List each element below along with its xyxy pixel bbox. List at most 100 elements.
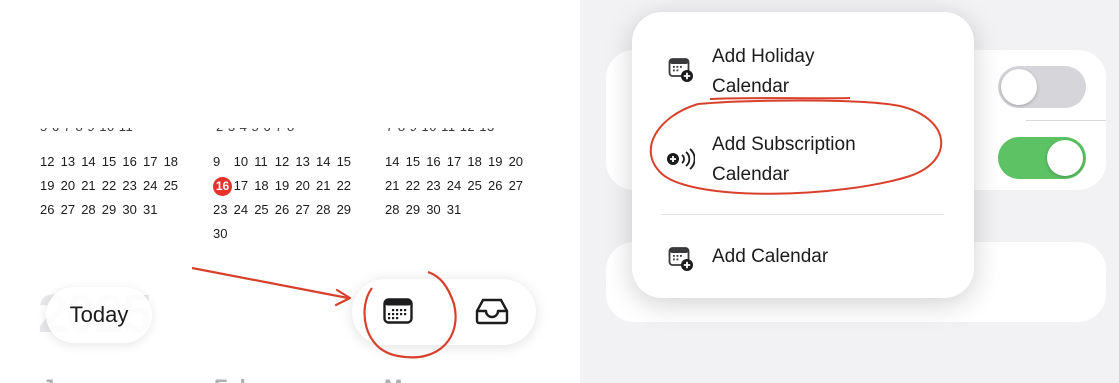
calendar-add-icon [668, 58, 693, 82]
day-cell[interactable]: 22 [406, 174, 427, 198]
day-cell[interactable]: 15 [406, 150, 427, 174]
menu-item-label: Add Holiday Calendar [712, 42, 814, 102]
day-cell[interactable]: 26 [275, 198, 296, 222]
day-cell[interactable]: 31 [143, 198, 164, 222]
calendar-icon [383, 298, 413, 324]
clipped-previous-week-row: 5 6 7 8 9 10 11 2 3 4 5 6 7 8 7 8 9 10 1… [40, 128, 560, 138]
day-cell[interactable]: 13 [295, 150, 316, 174]
week-row: 14 15 16 17 18 19 20 [385, 150, 529, 174]
menu-item-label: Add Calendar [712, 246, 829, 267]
month-grid-3[interactable]: 14 15 16 17 18 19 20 21 22 23 24 25 26 27 28 29 30 31 [385, 150, 529, 222]
day-cell[interactable]: 23 [426, 174, 447, 198]
day-cell[interactable]: 20 [61, 174, 82, 198]
day-cell[interactable]: 29 [406, 198, 427, 222]
day-cell[interactable]: 23 [213, 198, 234, 222]
day-cell[interactable]: 25 [467, 174, 488, 198]
day-cell[interactable]: 14 [385, 150, 406, 174]
day-cell[interactable]: 15 [337, 150, 358, 174]
day-cell[interactable]: 21 [385, 174, 406, 198]
label-line: Add Holiday [712, 46, 815, 67]
month-grid-1[interactable]: 12 13 14 15 16 17 18 19 20 21 22 23 24 25 26 27 28 29 30 31 [40, 150, 184, 222]
day-cell[interactable]: 22 [102, 174, 123, 198]
day-cell[interactable]: 27 [295, 198, 316, 222]
day-cell[interactable]: 13 [61, 150, 82, 174]
menu-item-add-holiday-calendar[interactable]: Add Holiday Calendar [632, 40, 974, 104]
day-cell[interactable]: 28 [385, 198, 406, 222]
toggle-switch-off[interactable] [998, 66, 1086, 108]
day-cell[interactable]: 25 [254, 198, 275, 222]
day-cell[interactable]: 29 [337, 198, 358, 222]
day-cell[interactable]: 17 [447, 150, 468, 174]
day-cell[interactable]: 19 [275, 174, 296, 198]
day-cell[interactable]: 26 [40, 198, 61, 222]
day-cell[interactable]: 9 [213, 150, 234, 174]
day-cell[interactable]: 14 [316, 150, 337, 174]
day-cell[interactable]: 18 [164, 150, 185, 174]
inbox-icon [475, 298, 509, 325]
week-row: 12 13 14 15 16 17 18 [40, 150, 184, 174]
day-cell[interactable]: 26 [488, 174, 509, 198]
day-cell[interactable]: 20 [295, 174, 316, 198]
day-cell[interactable]: 15 [102, 150, 123, 174]
add-calendar-context-menu: Add Holiday Calendar Add Subscription Ca… [632, 12, 974, 298]
day-cell[interactable]: 17 [234, 174, 255, 198]
day-cell[interactable]: 11 [254, 150, 275, 174]
day-cell[interactable]: 21 [81, 174, 102, 198]
menu-item-label: Add Subscription Calendar [712, 130, 856, 190]
calendars-button[interactable] [378, 293, 418, 329]
week-row: 9 10 11 12 13 14 15 [213, 150, 357, 174]
day-cell[interactable]: 24 [143, 174, 164, 198]
toggle-knob [1047, 140, 1083, 176]
label-line: Add Subscription [712, 134, 856, 155]
subscription-broadcast-icon [667, 148, 695, 170]
toggle-switch-on[interactable] [998, 137, 1086, 179]
day-cell[interactable]: 19 [488, 150, 509, 174]
week-row: 28 29 30 31 [385, 198, 529, 222]
toggle-knob [1001, 69, 1037, 105]
day-cell[interactable]: 20 [509, 150, 530, 174]
day-cell[interactable]: 18 [467, 150, 488, 174]
toolbar-pill [352, 279, 536, 345]
week-row: 30 [213, 222, 357, 246]
day-cell[interactable]: 30 [122, 198, 143, 222]
day-cell[interactable]: 28 [316, 198, 337, 222]
inbox-button[interactable] [472, 293, 512, 329]
week-row: 16 17 18 19 20 21 22 [213, 174, 357, 198]
day-cell[interactable]: 27 [509, 174, 530, 198]
menu-item-add-calendar[interactable]: Add Calendar [632, 238, 974, 278]
day-cell[interactable]: 24 [447, 174, 468, 198]
day-cell[interactable]: 23 [122, 174, 143, 198]
day-cell[interactable]: 10 [234, 150, 255, 174]
day-cell[interactable]: 24 [234, 198, 255, 222]
week-row: 21 22 23 24 25 26 27 [385, 174, 529, 198]
label-line: Calendar [712, 164, 790, 185]
day-cell[interactable]: 28 [81, 198, 102, 222]
day-cell[interactable]: 14 [81, 150, 102, 174]
day-cell[interactable]: 29 [102, 198, 123, 222]
day-cell[interactable]: 31 [447, 198, 468, 222]
calendar-year-view: 5 6 7 8 9 10 11 2 3 4 5 6 7 8 7 8 9 10 1… [0, 0, 562, 383]
day-cell[interactable]: 16 [426, 150, 447, 174]
menu-item-add-subscription-calendar[interactable]: Add Subscription Calendar [632, 128, 974, 192]
day-cell[interactable]: 12 [40, 150, 61, 174]
week-row: 19 20 21 22 23 24 25 [40, 174, 184, 198]
day-cell[interactable]: 30 [426, 198, 447, 222]
day-cell[interactable]: 21 [316, 174, 337, 198]
day-cell[interactable]: 22 [337, 174, 358, 198]
day-cell[interactable]: 18 [254, 174, 275, 198]
day-cell-today[interactable]: 16 [213, 177, 232, 196]
clipped-month-titles: Jan Feb Mar [34, 375, 554, 383]
day-cell[interactable]: 27 [61, 198, 82, 222]
add-calendar-menu-panel: Add Holiday Calendar Add Subscription Ca… [580, 0, 1119, 383]
day-cell[interactable]: 17 [143, 150, 164, 174]
card-divider [1026, 120, 1106, 121]
calendar-add-icon [668, 247, 693, 271]
today-button[interactable]: Today [46, 287, 152, 343]
day-cell[interactable]: 30 [213, 222, 234, 246]
day-cell[interactable]: 19 [40, 174, 61, 198]
label-line: Calendar [712, 76, 790, 97]
day-cell[interactable]: 12 [275, 150, 296, 174]
month-grid-2[interactable]: 9 10 11 12 13 14 15 16 17 18 19 20 21 22 23 24 25 26 27 28 2… [213, 150, 357, 246]
day-cell[interactable]: 16 [122, 150, 143, 174]
day-cell[interactable]: 25 [164, 174, 185, 198]
